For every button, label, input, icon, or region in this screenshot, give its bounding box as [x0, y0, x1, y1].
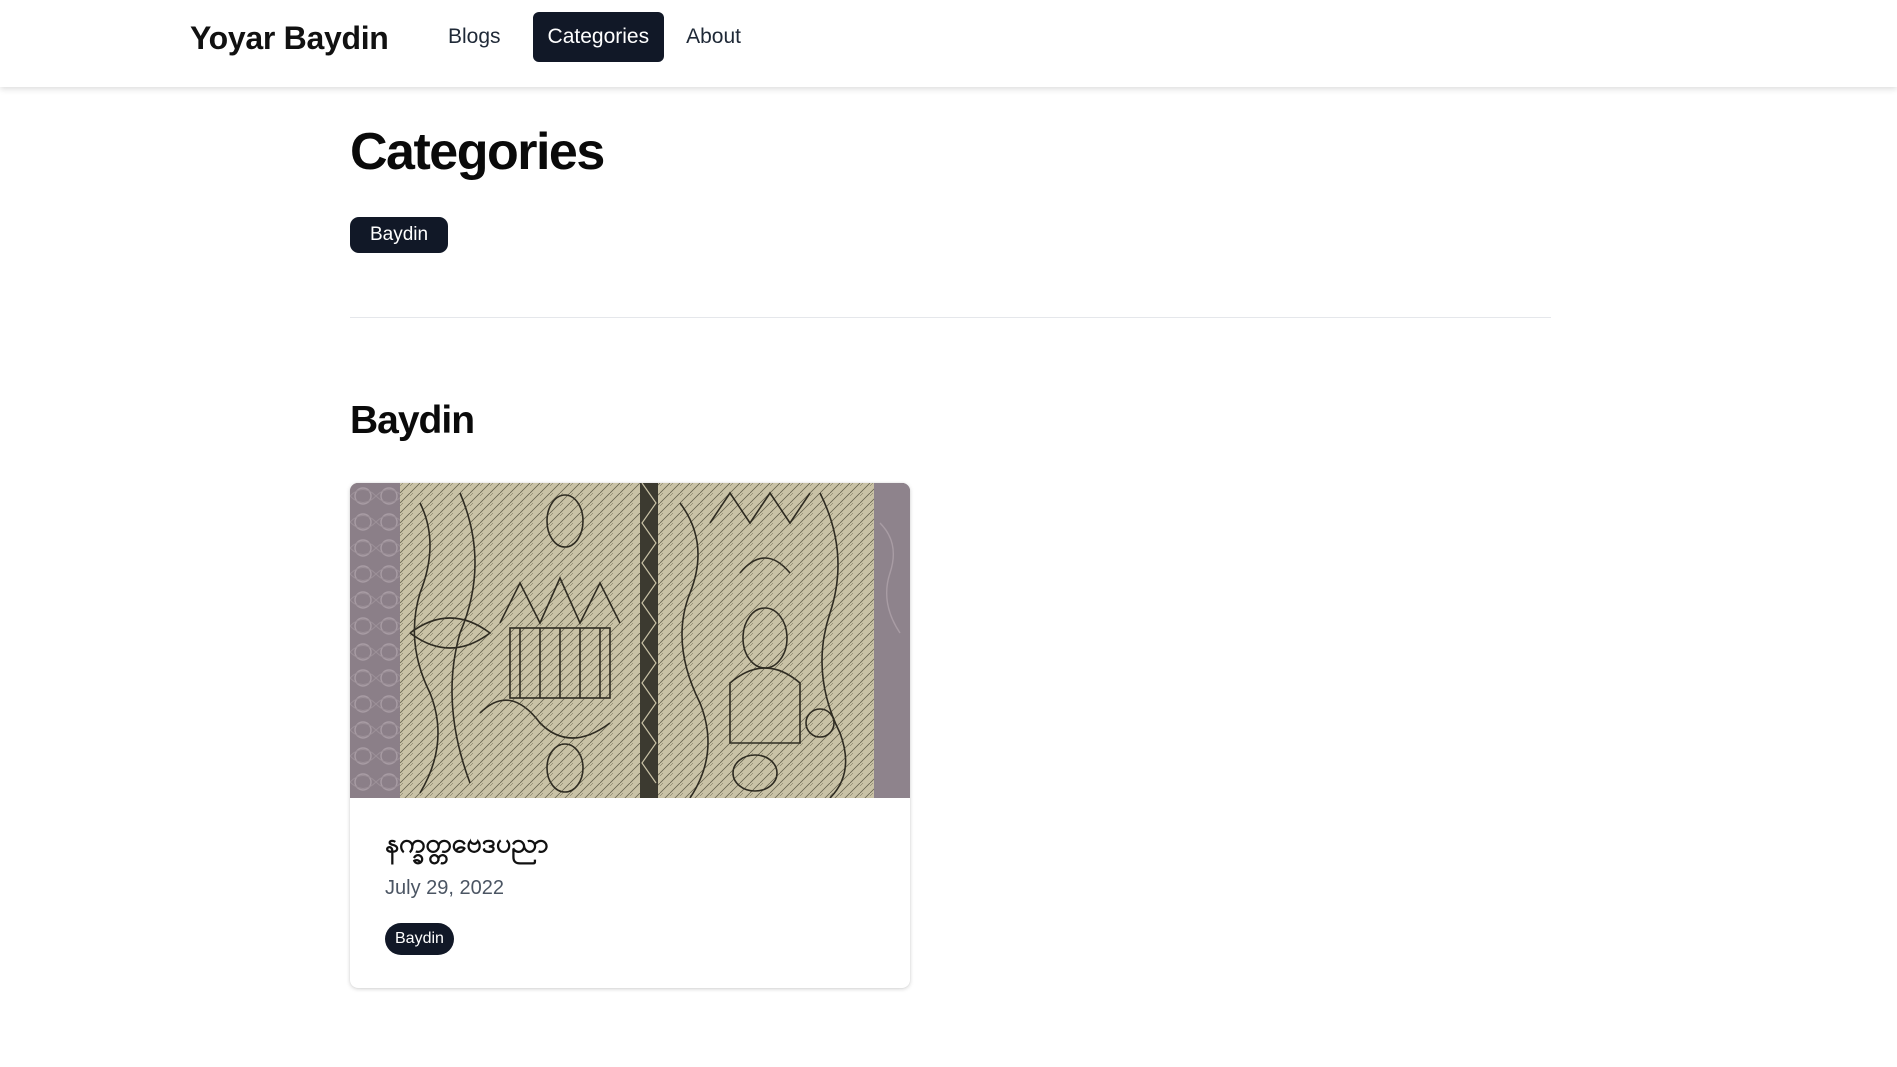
- section-divider: [350, 317, 1551, 318]
- nav-link-about[interactable]: About: [672, 12, 755, 62]
- category-section-title: Baydin: [350, 399, 475, 442]
- post-tag-baydin[interactable]: Baydin: [385, 923, 454, 955]
- post-thumbnail-image[interactable]: [350, 483, 910, 798]
- nav-link-categories[interactable]: Categories: [532, 12, 665, 62]
- top-navbar: Yoyar Baydin Blogs Categories About: [0, 0, 1897, 87]
- post-title[interactable]: နက္ခတ္တဗေဒပညာ: [385, 826, 548, 860]
- post-date: July 29, 2022: [385, 877, 504, 899]
- category-chip-baydin[interactable]: Baydin: [350, 217, 449, 253]
- nav-link-blogs[interactable]: Blogs: [434, 12, 515, 62]
- page-title: Categories: [350, 123, 605, 181]
- post-card[interactable]: နက္ခတ္တဗေဒပညာ July 29, 2022 Baydin: [350, 483, 910, 988]
- site-brand-link[interactable]: Yoyar Baydin: [190, 18, 389, 58]
- main-nav: Blogs Categories About: [434, 12, 763, 62]
